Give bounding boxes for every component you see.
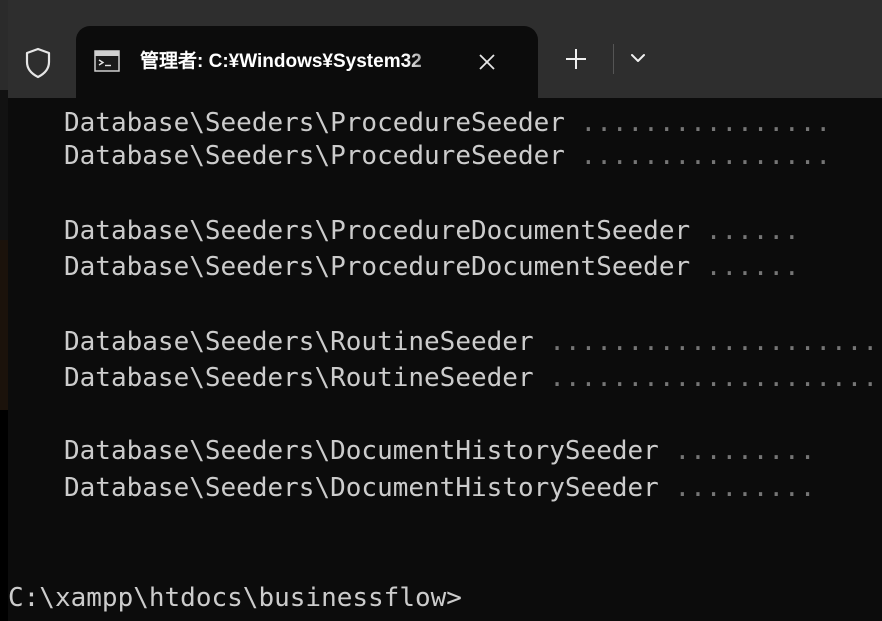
terminal-app-icon bbox=[94, 50, 120, 72]
tab-title-fade bbox=[406, 44, 446, 80]
terminal-output[interactable]: Database\Seeders\ProcedureSeeder .......… bbox=[8, 98, 882, 621]
title-bar-top bbox=[8, 0, 882, 26]
command-prompt[interactable]: C:\xampp\htdocs\businessflow> bbox=[8, 578, 462, 618]
output-line: Database\Seeders\ProcedureSeeder .......… bbox=[64, 138, 831, 174]
tab-terminal[interactable]: 管理者: C:¥Windows¥System32 bbox=[76, 26, 538, 98]
edge-segment bbox=[0, 410, 8, 621]
line-dots: ......... bbox=[658, 436, 816, 466]
line-text: Database\Seeders\DocumentHistorySeeder bbox=[64, 436, 659, 466]
window-left-edge bbox=[0, 0, 8, 621]
close-icon[interactable] bbox=[476, 51, 498, 73]
plus-icon[interactable] bbox=[563, 46, 589, 72]
line-dots: ...... bbox=[690, 252, 800, 282]
output-line: Database\Seeders\DocumentHistorySeeder .… bbox=[64, 470, 815, 506]
line-text: Database\Seeders\ProcedureSeeder bbox=[64, 141, 565, 171]
output-line: Database\Seeders\ProcedureDocumentSeeder… bbox=[64, 249, 800, 285]
line-text: Database\Seeders\ProcedureDocumentSeeder bbox=[64, 252, 691, 282]
edge-segment bbox=[0, 240, 8, 410]
title-bar: 管理者: C:¥Windows¥System32 bbox=[8, 0, 882, 98]
line-dots: ................ bbox=[564, 141, 832, 171]
title-bar-divider bbox=[613, 44, 614, 74]
line-dots: ................ bbox=[564, 108, 832, 138]
output-line: Database\Seeders\RoutineSeeder .........… bbox=[64, 324, 878, 360]
edge-segment bbox=[0, 90, 8, 240]
line-text: Database\Seeders\ProcedureSeeder bbox=[64, 108, 565, 138]
line-dots: ...... bbox=[690, 216, 800, 246]
output-line: Database\Seeders\ProcedureDocumentSeeder… bbox=[64, 213, 800, 249]
line-text: Database\Seeders\RoutineSeeder bbox=[64, 363, 534, 393]
line-text: Database\Seeders\RoutineSeeder bbox=[64, 327, 534, 357]
shield-icon bbox=[25, 47, 51, 79]
edge-segment bbox=[0, 0, 8, 90]
line-dots: ..................... bbox=[533, 327, 878, 357]
line-text: Database\Seeders\ProcedureDocumentSeeder bbox=[64, 216, 691, 246]
chevron-down-icon[interactable] bbox=[626, 46, 650, 70]
tab-title: 管理者: C:¥Windows¥System32 bbox=[140, 51, 422, 72]
line-text: Database\Seeders\DocumentHistorySeeder bbox=[64, 473, 659, 503]
output-line: Database\Seeders\DocumentHistorySeeder .… bbox=[64, 433, 815, 469]
line-dots: ......... bbox=[658, 473, 816, 503]
output-line: Database\Seeders\RoutineSeeder .........… bbox=[64, 360, 878, 396]
output-line: Database\Seeders\ProcedureSeeder .......… bbox=[64, 105, 831, 141]
line-dots: ..................... bbox=[533, 363, 878, 393]
